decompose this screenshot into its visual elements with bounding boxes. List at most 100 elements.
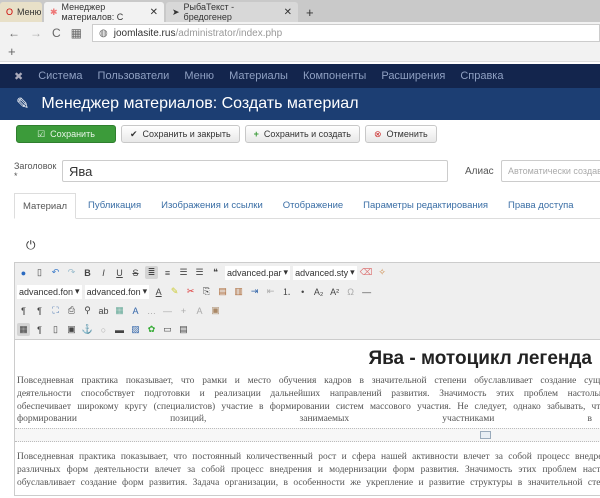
tab-publishing[interactable]: Публикация bbox=[80, 193, 149, 219]
media-icon[interactable]: ▣ bbox=[65, 323, 78, 336]
menu-item-components[interactable]: Компоненты bbox=[303, 70, 366, 82]
pagebreak-icon[interactable]: ▭ bbox=[161, 323, 174, 336]
save-close-button[interactable]: ✔ Сохранить и закрыть bbox=[121, 125, 240, 143]
align-right-icon[interactable]: ☰ bbox=[193, 266, 206, 279]
new-tab-button[interactable]: + bbox=[300, 2, 320, 22]
tab-display[interactable]: Отображение bbox=[275, 193, 351, 219]
insert-symbol-icon[interactable]: Ω bbox=[344, 285, 357, 298]
bold-icon[interactable]: B bbox=[81, 266, 94, 279]
indent-icon[interactable]: ⇥ bbox=[248, 285, 261, 298]
unlink-icon[interactable]: ○ bbox=[97, 323, 110, 336]
ltr-icon[interactable]: ¶ bbox=[17, 304, 30, 317]
menu-item-extensions[interactable]: Расширения bbox=[381, 70, 445, 82]
ins-icon[interactable]: + bbox=[177, 304, 190, 317]
anchor-icon[interactable]: ⚓ bbox=[81, 323, 94, 336]
browser-menu-button[interactable]: O Меню bbox=[0, 2, 42, 22]
link-icon[interactable]: ▬ bbox=[113, 323, 126, 336]
title-row: Заголовок * Ява Алиас Автоматически созд… bbox=[14, 160, 600, 182]
image-icon[interactable]: ▨ bbox=[129, 323, 142, 336]
tab-images-links[interactable]: Изображения и ссылки bbox=[153, 193, 271, 219]
joomla-logo-icon[interactable]: ✖ bbox=[14, 70, 23, 83]
template-icon[interactable]: ▣ bbox=[209, 304, 222, 317]
highlight-color-icon[interactable]: ✎ bbox=[168, 285, 181, 298]
save-button[interactable]: ☑ Сохранить bbox=[16, 125, 116, 143]
title-input[interactable]: Ява bbox=[62, 160, 448, 182]
blockquote-icon[interactable]: ❝ bbox=[209, 266, 222, 279]
menu-item-users[interactable]: Пользователи bbox=[98, 70, 170, 82]
code-icon[interactable]: ✿ bbox=[145, 323, 158, 336]
horizontal-rule-icon[interactable]: — bbox=[360, 285, 373, 298]
cancel-button[interactable]: ⊗ Отменить bbox=[364, 125, 437, 143]
abbr-icon[interactable]: … bbox=[145, 304, 158, 317]
italic-icon[interactable]: I bbox=[97, 266, 110, 279]
help-icon[interactable]: ● bbox=[17, 266, 30, 279]
browser-tab[interactable]: ➤ РыбаТекст - бредогенер ✕ bbox=[166, 2, 298, 22]
numbered-list-icon[interactable]: ⒈ bbox=[280, 285, 293, 298]
browser-tab-active[interactable]: ✱ Менеджер материалов: С ✕ bbox=[44, 2, 164, 22]
readmore-icon[interactable]: ▤ bbox=[177, 323, 190, 336]
editor-toolbar: ● ▯ ↶ ↷ B I U S ≣ ≡ ☰ ☰ ❝ advanced.par ▾ … bbox=[15, 263, 600, 340]
rtl-icon[interactable]: ¶ bbox=[33, 304, 46, 317]
style-select[interactable]: advanced.sty ▾ bbox=[293, 265, 357, 280]
paste-text-icon[interactable]: ▥ bbox=[232, 285, 245, 298]
replace-icon[interactable]: ab bbox=[97, 304, 110, 317]
check-square-icon: ☑ bbox=[37, 128, 46, 139]
align-justify-icon[interactable]: ≣ bbox=[145, 266, 158, 279]
speed-dial-icon[interactable]: ▦ bbox=[71, 26, 82, 40]
tab-content[interactable]: Материал bbox=[14, 193, 77, 219]
tab-permissions[interactable]: Права доступа bbox=[500, 193, 581, 219]
menu-item-menus[interactable]: Меню bbox=[184, 70, 214, 82]
redo-icon[interactable]: ↷ bbox=[65, 266, 78, 279]
font-size-select[interactable]: advanced.fon ▾ bbox=[84, 284, 150, 299]
cut-icon[interactable]: ✂ bbox=[184, 285, 197, 298]
address-bar-row: ← → C ▦ ◍ joomlasite.rus/administrator/in… bbox=[0, 22, 600, 44]
undo-icon[interactable]: ↶ bbox=[49, 266, 62, 279]
menu-item-system[interactable]: Система bbox=[38, 70, 82, 82]
text-color-icon[interactable]: A bbox=[152, 285, 165, 298]
alias-input[interactable]: Автоматически создав bbox=[501, 160, 600, 182]
font-family-select[interactable]: advanced.fon ▾ bbox=[17, 284, 82, 299]
visual-aid-icon[interactable]: ▦ bbox=[17, 323, 30, 336]
paste-icon[interactable]: ▤ bbox=[216, 285, 229, 298]
close-tab-icon[interactable]: ✕ bbox=[150, 7, 158, 18]
del-icon[interactable]: — bbox=[161, 304, 174, 317]
align-left-icon[interactable]: ☰ bbox=[177, 266, 190, 279]
forward-icon[interactable]: → bbox=[30, 26, 42, 40]
cleanup-icon[interactable]: ✧ bbox=[376, 266, 389, 279]
table-icon[interactable]: ▦ bbox=[113, 304, 126, 317]
check-icon: ✔ bbox=[130, 128, 138, 139]
subscript-icon[interactable]: A₂ bbox=[312, 285, 325, 298]
admin-menu: ✖ Система Пользователи Меню Материалы Ко… bbox=[0, 64, 600, 88]
fullscreen-icon[interactable]: ⛶ bbox=[49, 304, 62, 317]
attribs-icon[interactable]: A bbox=[193, 304, 206, 317]
menu-item-content[interactable]: Материалы bbox=[229, 70, 288, 82]
menu-item-help[interactable]: Справка bbox=[460, 70, 503, 82]
copy-icon[interactable]: ⎘ bbox=[200, 285, 213, 298]
reload-icon[interactable]: C bbox=[52, 26, 61, 40]
strikethrough-icon[interactable]: S bbox=[129, 266, 142, 279]
underline-icon[interactable]: U bbox=[113, 266, 126, 279]
paragraph-format-select[interactable]: advanced.par ▾ bbox=[225, 265, 291, 280]
show-blocks-icon[interactable]: ¶ bbox=[33, 323, 46, 336]
back-icon[interactable]: ← bbox=[8, 26, 20, 40]
url-field[interactable]: ◍ joomlasite.rus/administrator/index.php bbox=[92, 24, 600, 42]
readmore-icon bbox=[480, 431, 491, 439]
new-document-icon[interactable]: ▯ bbox=[33, 266, 46, 279]
superscript-icon[interactable]: A² bbox=[328, 285, 341, 298]
eraser-icon[interactable]: ⌫ bbox=[360, 266, 373, 279]
search-icon[interactable]: ⚲ bbox=[81, 304, 94, 317]
close-tab-icon[interactable]: ✕ bbox=[284, 7, 292, 18]
styles-icon[interactable]: A bbox=[129, 304, 142, 317]
align-center-icon[interactable]: ≡ bbox=[161, 266, 174, 279]
nonbreaking-icon[interactable]: ▯ bbox=[49, 323, 62, 336]
bullet-list-icon[interactable]: • bbox=[296, 285, 309, 298]
tab-editing-options[interactable]: Параметры редактирования bbox=[355, 193, 496, 219]
pencil-icon: ✎ bbox=[16, 96, 30, 113]
print-icon[interactable]: ⎙ bbox=[65, 304, 78, 317]
add-bookmark-button[interactable]: + bbox=[0, 44, 600, 62]
toggle-editor-icon[interactable]: ⏻ bbox=[26, 238, 36, 253]
form-tabs: Материал Публикация Изображения и ссылки… bbox=[14, 193, 600, 219]
save-new-button[interactable]: + Сохранить и создать bbox=[244, 125, 360, 143]
outdent-icon[interactable]: ⇤ bbox=[264, 285, 277, 298]
editor-content[interactable]: Ява - мотоцикл легенда Повседневная прак… bbox=[15, 340, 600, 498]
